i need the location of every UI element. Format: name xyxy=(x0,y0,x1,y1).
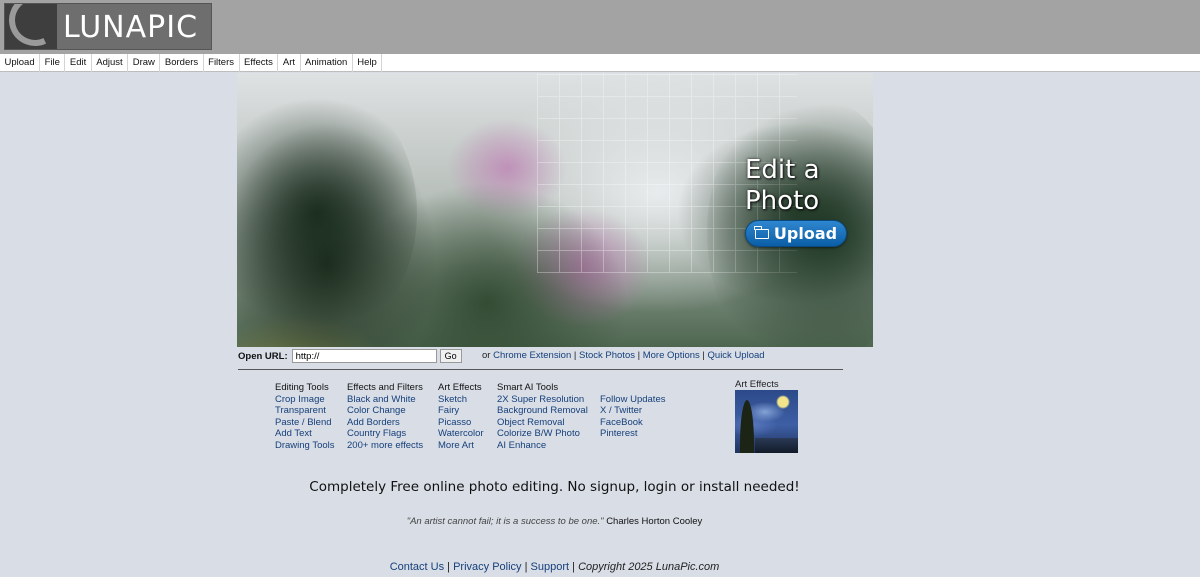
go-button[interactable]: Go xyxy=(439,349,462,363)
open-url-row: Open URL: Go xyxy=(238,348,462,364)
starry-night-thumbnail[interactable] xyxy=(735,390,798,453)
menu-edit[interactable]: Edit xyxy=(65,53,92,72)
logo-text: LUNAPIC xyxy=(63,10,199,45)
pinterest-link[interactable]: Pinterest xyxy=(600,428,665,440)
moon-logo-icon xyxy=(5,4,57,49)
menu-art[interactable]: Art xyxy=(278,53,301,72)
tagline: Completely Free online photo editing. No… xyxy=(309,479,800,495)
follow-updates-link[interactable]: Follow Updates xyxy=(600,394,665,406)
quick-upload-link[interactable]: Quick Upload xyxy=(708,350,765,361)
support-link[interactable]: Support xyxy=(531,561,570,573)
or-text: or xyxy=(482,350,491,361)
editing-tools-column: Editing Tools Crop Image Transparent Pas… xyxy=(275,382,335,451)
hero-upload-label: Upload xyxy=(773,224,838,243)
drawing-tools-link[interactable]: Drawing Tools xyxy=(275,440,335,452)
separator: | xyxy=(447,561,451,573)
art-effects-thumb-label: Art Effects xyxy=(735,379,779,390)
menu-effects[interactable]: Effects xyxy=(240,53,279,72)
copyright: Copyright 2025 LunaPic.com xyxy=(578,561,720,573)
menu-upload[interactable]: Upload xyxy=(0,53,41,72)
more-art-link[interactable]: More Art xyxy=(438,440,484,452)
quote-author: Charles Horton Cooley xyxy=(606,516,703,527)
picasso-link[interactable]: Picasso xyxy=(438,417,484,429)
village xyxy=(755,438,798,453)
open-url-label: Open URL: xyxy=(238,350,288,362)
smart-ai-tools-column: Smart AI Tools 2X Super Resolution Backg… xyxy=(497,382,588,451)
menu-file[interactable]: File xyxy=(40,53,66,72)
hero-banner[interactable]: Edit a Photo Upload xyxy=(237,73,873,347)
upload-options-links: or Chrome Extension | Stock Photos | Mor… xyxy=(482,350,765,361)
separator: | xyxy=(573,350,577,361)
column-heading: Effects and Filters xyxy=(347,382,423,393)
folder-icon xyxy=(754,225,769,239)
more-effects-link[interactable]: 200+ more effects xyxy=(347,440,423,452)
column-heading: Editing Tools xyxy=(275,382,329,393)
header-bar: LUNAPIC xyxy=(0,0,1200,54)
more-options-link[interactable]: More Options xyxy=(643,350,700,361)
quote: "An artist cannot fail; it is a success … xyxy=(0,516,1109,527)
background-removal-link[interactable]: Background Removal xyxy=(497,405,588,417)
menu-draw[interactable]: Draw xyxy=(128,53,161,72)
privacy-policy-link[interactable]: Privacy Policy xyxy=(453,561,521,573)
column-heading: Smart AI Tools xyxy=(497,382,559,393)
transparent-link[interactable]: Transparent xyxy=(275,405,335,417)
contact-us-link[interactable]: Contact Us xyxy=(390,561,444,573)
art-effects-column: Art Effects Sketch Fairy Picasso Waterco… xyxy=(438,382,484,451)
add-text-link[interactable]: Add Text xyxy=(275,428,335,440)
facebook-link[interactable]: FaceBook xyxy=(600,417,665,429)
separator: | xyxy=(524,561,528,573)
cypress-tree xyxy=(740,400,754,453)
super-resolution-link[interactable]: 2X Super Resolution xyxy=(497,394,588,406)
paste-blend-link[interactable]: Paste / Blend xyxy=(275,417,335,429)
fairy-link[interactable]: Fairy xyxy=(438,405,484,417)
effects-filters-column: Effects and Filters Black and White Colo… xyxy=(347,382,423,451)
separator: | xyxy=(702,350,705,361)
separator: | xyxy=(637,350,641,361)
menu-adjust[interactable]: Adjust xyxy=(92,53,129,72)
watercolor-link[interactable]: Watercolor xyxy=(438,428,484,440)
twitter-link[interactable]: X / Twitter xyxy=(600,405,665,417)
lunapic-logo[interactable]: LUNAPIC xyxy=(4,3,212,50)
crop-image-link[interactable]: Crop Image xyxy=(275,394,335,406)
section-divider xyxy=(238,369,843,370)
stock-photos-link[interactable]: Stock Photos xyxy=(579,350,635,361)
colorize-link[interactable]: Colorize B/W Photo xyxy=(497,428,588,440)
open-url-input[interactable] xyxy=(291,349,437,363)
column-heading: Art Effects xyxy=(438,382,482,393)
chrome-extension-link[interactable]: Chrome Extension xyxy=(493,350,571,361)
menu-bar: Upload File Edit Adjust Draw Borders Fil… xyxy=(0,53,1200,72)
hero-upload-button[interactable]: Upload xyxy=(745,220,847,247)
menu-help[interactable]: Help xyxy=(353,53,383,72)
hero-title: Edit a Photo xyxy=(745,155,820,216)
social-links-column: Follow Updates X / Twitter FaceBook Pint… xyxy=(600,394,665,440)
menu-filters[interactable]: Filters xyxy=(204,53,240,72)
country-flags-link[interactable]: Country Flags xyxy=(347,428,423,440)
black-and-white-link[interactable]: Black and White xyxy=(347,394,423,406)
quote-text: "An artist cannot fail; it is a success … xyxy=(406,516,604,527)
object-removal-link[interactable]: Object Removal xyxy=(497,417,588,429)
ai-enhance-link[interactable]: AI Enhance xyxy=(497,440,588,452)
menu-borders[interactable]: Borders xyxy=(160,53,204,72)
sketch-link[interactable]: Sketch xyxy=(438,394,484,406)
add-borders-link[interactable]: Add Borders xyxy=(347,417,423,429)
foliage-left xyxy=(237,83,417,343)
menu-animation[interactable]: Animation xyxy=(301,53,353,72)
footer: Contact Us | Privacy Policy | Support | … xyxy=(0,561,1109,573)
color-change-link[interactable]: Color Change xyxy=(347,405,423,417)
separator: | xyxy=(572,561,575,573)
